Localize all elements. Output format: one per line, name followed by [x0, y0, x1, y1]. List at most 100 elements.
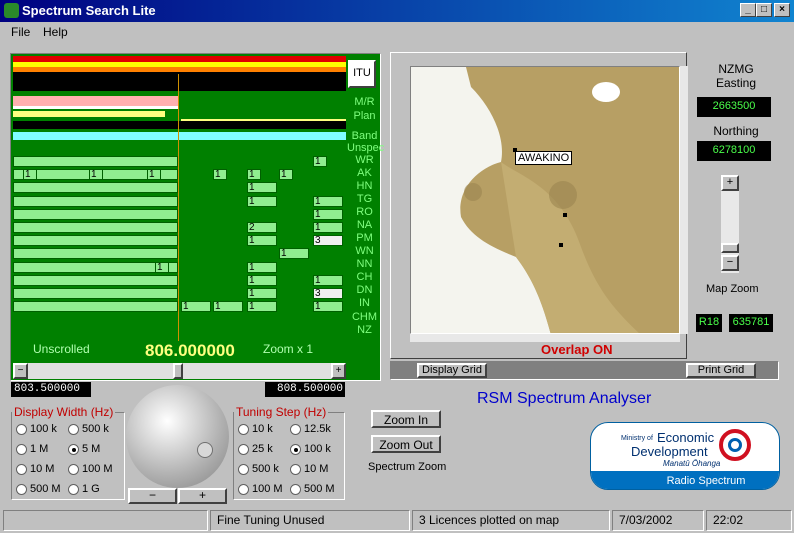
licence-band-ch[interactable]	[13, 274, 178, 286]
licence-cell[interactable]: 1	[247, 261, 277, 273]
display-grid-button[interactable]: Display Grid	[417, 363, 487, 378]
northing-label: Northing	[713, 124, 759, 138]
map-zoom-plus[interactable]: +	[721, 175, 739, 191]
minimize-button[interactable]: _	[740, 3, 756, 17]
map-zoom-minus[interactable]: −	[721, 255, 739, 271]
licence-cell[interactable]: 1	[247, 235, 277, 247]
licence-cell[interactable]: 1	[247, 195, 277, 207]
licence-cell[interactable]: 1	[279, 248, 309, 260]
spectrum-plot[interactable]: 11111111111211311111131111	[13, 56, 346, 341]
radio-1m[interactable]: 1 M	[16, 443, 48, 455]
licence-cell[interactable]: 1	[279, 169, 293, 181]
licence-band-pm[interactable]	[13, 235, 178, 247]
licence-cell[interactable]: 1	[155, 261, 169, 273]
zoom-level-label: Zoom x 1	[263, 342, 314, 356]
radio-1g[interactable]: 1 G	[68, 483, 100, 495]
licence-cell[interactable]: 1	[313, 222, 343, 233]
radio-125k[interactable]: 12.5k	[290, 423, 331, 435]
band-row	[13, 132, 346, 140]
tuning-knob[interactable]	[126, 385, 229, 488]
title-bar: Spectrum Search Lite _ □ ×	[0, 0, 794, 22]
itu-button[interactable]: ITU	[348, 60, 376, 88]
licence-cell[interactable]: 1	[313, 274, 343, 286]
knob-minus-button[interactable]: −	[128, 488, 177, 504]
spectrum-panel[interactable]: 11111111111211311111131111 ITU M/R Plan Ba…	[10, 53, 384, 381]
licence-band-dn[interactable]	[13, 288, 178, 299]
radio-10k[interactable]: 10 k	[238, 423, 273, 435]
mr-band	[13, 96, 178, 106]
licence-cell[interactable]: 1	[313, 301, 343, 313]
knob-indicator[interactable]	[197, 442, 213, 458]
radio-100m[interactable]: 100 M	[68, 463, 113, 475]
licence-band-nn[interactable]	[13, 261, 178, 273]
overlap-status: Overlap ON	[541, 342, 613, 357]
radio-100k[interactable]: 100 k	[16, 423, 57, 435]
radio-10m[interactable]: 10 M	[16, 463, 54, 475]
center-frequency: 806.000000	[145, 341, 235, 360]
licence-band-ro[interactable]	[13, 208, 178, 220]
licence-cell[interactable]: 1	[247, 169, 261, 181]
northing-readout: 6278100	[697, 141, 771, 161]
row-label-ak: AK	[357, 167, 372, 179]
licence-cell[interactable]: 1	[89, 169, 103, 181]
licence-cell[interactable]: 1	[313, 195, 343, 207]
spectrum-scrollbar[interactable]: − +	[13, 363, 346, 379]
licence-band-in[interactable]	[13, 301, 178, 313]
radio-100m[interactable]: 100 M	[238, 483, 283, 495]
zoom-in-button[interactable]: Zoom In	[371, 410, 441, 428]
logo-line1: Economic	[657, 430, 715, 445]
scroll-thumb[interactable]	[173, 363, 183, 379]
licence-band-hn[interactable]	[13, 182, 178, 194]
radio-10m[interactable]: 10 M	[290, 463, 328, 475]
licence-cell[interactable]: 1	[181, 301, 211, 313]
licence-band-wn[interactable]	[13, 248, 178, 260]
radio-500k[interactable]: 500 k	[68, 423, 109, 435]
radio-500m[interactable]: 500 M	[16, 483, 61, 495]
licence-band-na[interactable]	[13, 222, 178, 233]
radio-100k[interactable]: 100 k	[290, 443, 331, 455]
status-section-1	[3, 510, 208, 531]
licence-cell[interactable]: 1	[213, 169, 227, 181]
licence-cell[interactable]: 1	[247, 288, 277, 299]
radio-500k[interactable]: 500 k	[238, 463, 279, 475]
map-view[interactable]: AWAKINO	[410, 66, 680, 334]
map-zoom-thumb[interactable]	[721, 243, 739, 253]
window-title: Spectrum Search Lite	[22, 3, 156, 18]
licence-band-wr[interactable]	[13, 156, 178, 167]
licence-cell[interactable]: 1	[247, 182, 277, 194]
licence-cell[interactable]: 1	[23, 169, 37, 181]
licence-cell[interactable]: 2	[247, 222, 277, 233]
analyser-title: RSM Spectrum Analyser	[477, 390, 652, 407]
licence-cell[interactable]: 1	[313, 156, 327, 167]
maximize-button[interactable]: □	[756, 3, 772, 17]
close-button[interactable]: ×	[774, 3, 790, 17]
radio-500m[interactable]: 500 M	[290, 483, 335, 495]
radio-5m[interactable]: 5 M	[68, 443, 100, 455]
licence-cell[interactable]: 1	[247, 301, 277, 313]
licence-cell[interactable]: 3	[313, 235, 343, 247]
licence-cell[interactable]: 1	[147, 169, 161, 181]
map-image[interactable]	[411, 67, 680, 334]
print-grid-button[interactable]: Print Grid	[686, 363, 756, 378]
app-icon	[4, 3, 19, 18]
map-vertical-scrollbar[interactable]	[680, 66, 688, 334]
radio-25k[interactable]: 25 k	[238, 443, 273, 455]
menu-file[interactable]: File	[11, 25, 30, 39]
licence-cell[interactable]: 1	[247, 274, 277, 286]
licence-cell[interactable]: 3	[313, 288, 343, 299]
low-frequency-readout: 803.500000	[11, 382, 91, 397]
scroll-right-button[interactable]: +	[331, 363, 346, 379]
licence-band-tg[interactable]	[13, 195, 178, 207]
map-horizontal-scrollbar[interactable]	[410, 334, 680, 342]
knob-plus-button[interactable]: +	[178, 488, 227, 504]
tuning-step-legend: Tuning Step (Hz)	[236, 405, 327, 419]
nzmg-easting-label: NZMG Easting	[715, 62, 757, 90]
row-label-ro: RO	[356, 206, 373, 218]
scroll-left-button[interactable]: −	[13, 363, 28, 379]
licence-cell[interactable]: 1	[213, 301, 243, 313]
menu-help[interactable]: Help	[43, 25, 68, 39]
licence-cell[interactable]: 1	[313, 208, 343, 220]
logo-band: Radio Spectrum	[591, 471, 779, 489]
zoom-out-button[interactable]: Zoom Out	[371, 435, 441, 453]
map-zoom-slider[interactable]: + −	[721, 175, 739, 273]
